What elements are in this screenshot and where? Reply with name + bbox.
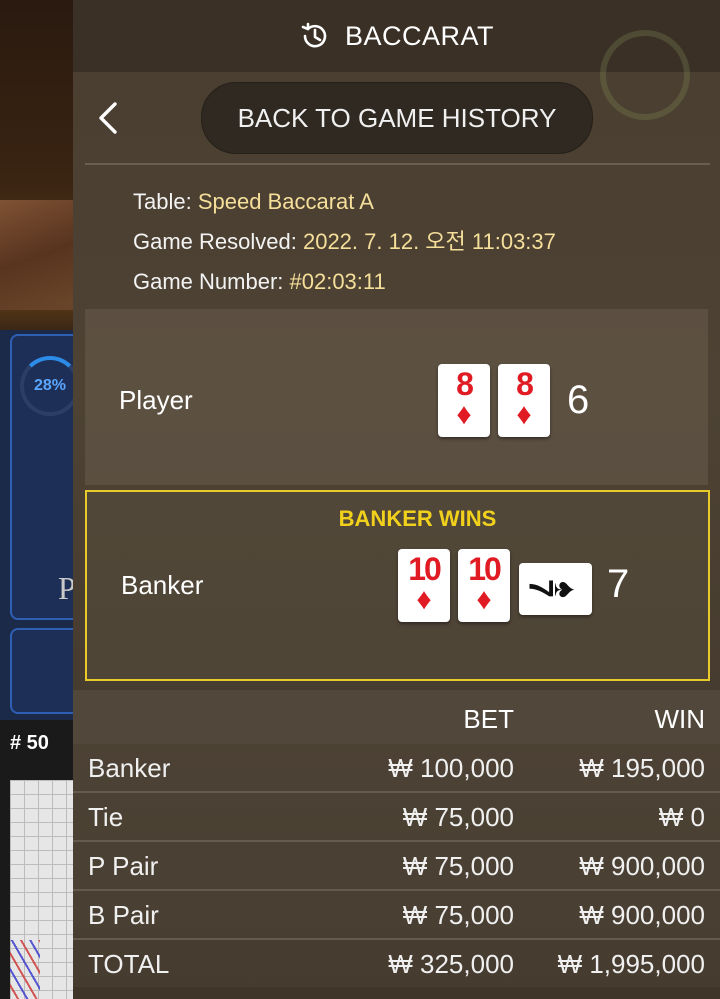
page-title: BACCARAT bbox=[344, 20, 495, 51]
banker-card-2: 10 ♦ bbox=[458, 549, 510, 622]
banker-label: Banker bbox=[121, 570, 204, 600]
diamond-icon: ♦ bbox=[416, 583, 432, 616]
background-round-number: # 50 bbox=[10, 732, 49, 754]
info-number-row: Game Number: #02:03:11 bbox=[133, 262, 556, 302]
info-table-row: Table: Speed Baccarat A bbox=[133, 182, 556, 222]
header-bet: BET bbox=[463, 704, 514, 734]
back-arrow-icon[interactable] bbox=[93, 100, 125, 136]
win-amount: ₩ 900,000 bbox=[579, 900, 705, 930]
total-win: ₩ 1,995,000 bbox=[557, 949, 705, 979]
divider bbox=[85, 163, 710, 165]
diamond-icon: ♦ bbox=[476, 583, 492, 616]
bet-name: P Pair bbox=[88, 851, 159, 881]
bet-amount: ₩ 75,000 bbox=[402, 802, 514, 832]
player-label: Player bbox=[119, 385, 193, 415]
table-row: B Pair ₩ 75,000 ₩ 900,000 bbox=[73, 891, 720, 940]
diamond-icon: ♦ bbox=[456, 398, 472, 431]
player-score: 6 bbox=[567, 378, 590, 422]
win-amount: ₩ 900,000 bbox=[579, 851, 705, 881]
back-to-game-history-button[interactable]: BACK TO GAME HISTORY bbox=[201, 82, 593, 154]
info-resolved-row: Game Resolved: 2022. 7. 12. 오전 11:03:37 bbox=[133, 222, 556, 262]
table-row: P Pair ₩ 75,000 ₩ 900,000 bbox=[73, 842, 720, 891]
info-number-value: #02:03:11 bbox=[289, 269, 386, 294]
info-table-label: Table: bbox=[133, 189, 198, 214]
player-card-1: 8 ♦ bbox=[438, 364, 490, 437]
player-result: Player 8 ♦ 8 ♦ 6 bbox=[85, 309, 708, 485]
bet-amount: ₩ 75,000 bbox=[402, 900, 514, 930]
bet-name: Banker bbox=[88, 753, 171, 783]
win-amount: ₩ 0 bbox=[658, 802, 705, 832]
bet-name: Tie bbox=[88, 802, 124, 832]
game-history-detail-panel: BACCARAT BACK TO GAME HISTORY Table: Spe… bbox=[73, 0, 720, 999]
bets-table-header: BET WIN bbox=[73, 690, 720, 744]
background-table-image bbox=[0, 200, 80, 310]
total-label: TOTAL bbox=[88, 949, 170, 979]
history-icon bbox=[301, 22, 327, 48]
info-resolved-label: Game Resolved: bbox=[133, 229, 303, 254]
spade-icon: ♠ bbox=[548, 581, 584, 598]
banker-score: 7 bbox=[607, 562, 630, 606]
table-row: Banker ₩ 100,000 ₩ 195,000 bbox=[73, 744, 720, 793]
background-roadmap-marks bbox=[10, 940, 40, 999]
total-row: TOTAL ₩ 325,000 ₩ 1,995,000 bbox=[73, 940, 720, 987]
header-win: WIN bbox=[654, 704, 705, 734]
win-amount: ₩ 195,000 bbox=[579, 753, 705, 783]
total-bet: ₩ 325,000 bbox=[388, 949, 514, 979]
background-timer-ring bbox=[600, 30, 690, 120]
game-info: Table: Speed Baccarat A Game Resolved: 2… bbox=[133, 182, 556, 302]
player-card-2: 8 ♦ bbox=[498, 364, 550, 437]
banker-card-3-sideways: 7 ♠ bbox=[519, 563, 592, 615]
info-number-label: Game Number: bbox=[133, 269, 290, 294]
bet-name: B Pair bbox=[88, 900, 159, 930]
banker-result: BANKER WINS Banker 10 ♦ 10 ♦ 7 ♠ 7 bbox=[85, 490, 710, 681]
bet-amount: ₩ 75,000 bbox=[402, 851, 514, 881]
info-table-value: Speed Baccarat A bbox=[197, 189, 374, 214]
table-row: Tie ₩ 75,000 ₩ 0 bbox=[73, 793, 720, 842]
diamond-icon: ♦ bbox=[516, 398, 532, 431]
bet-amount: ₩ 100,000 bbox=[388, 753, 514, 783]
bets-table: BET WIN Banker ₩ 100,000 ₩ 195,000 Tie ₩… bbox=[73, 690, 720, 987]
info-resolved-value: 2022. 7. 12. 오전 11:03:37 bbox=[302, 229, 556, 254]
banker-wins-label: BANKER WINS bbox=[338, 506, 497, 531]
background-percent-text: 28% bbox=[34, 377, 67, 394]
banker-card-1: 10 ♦ bbox=[398, 549, 450, 622]
